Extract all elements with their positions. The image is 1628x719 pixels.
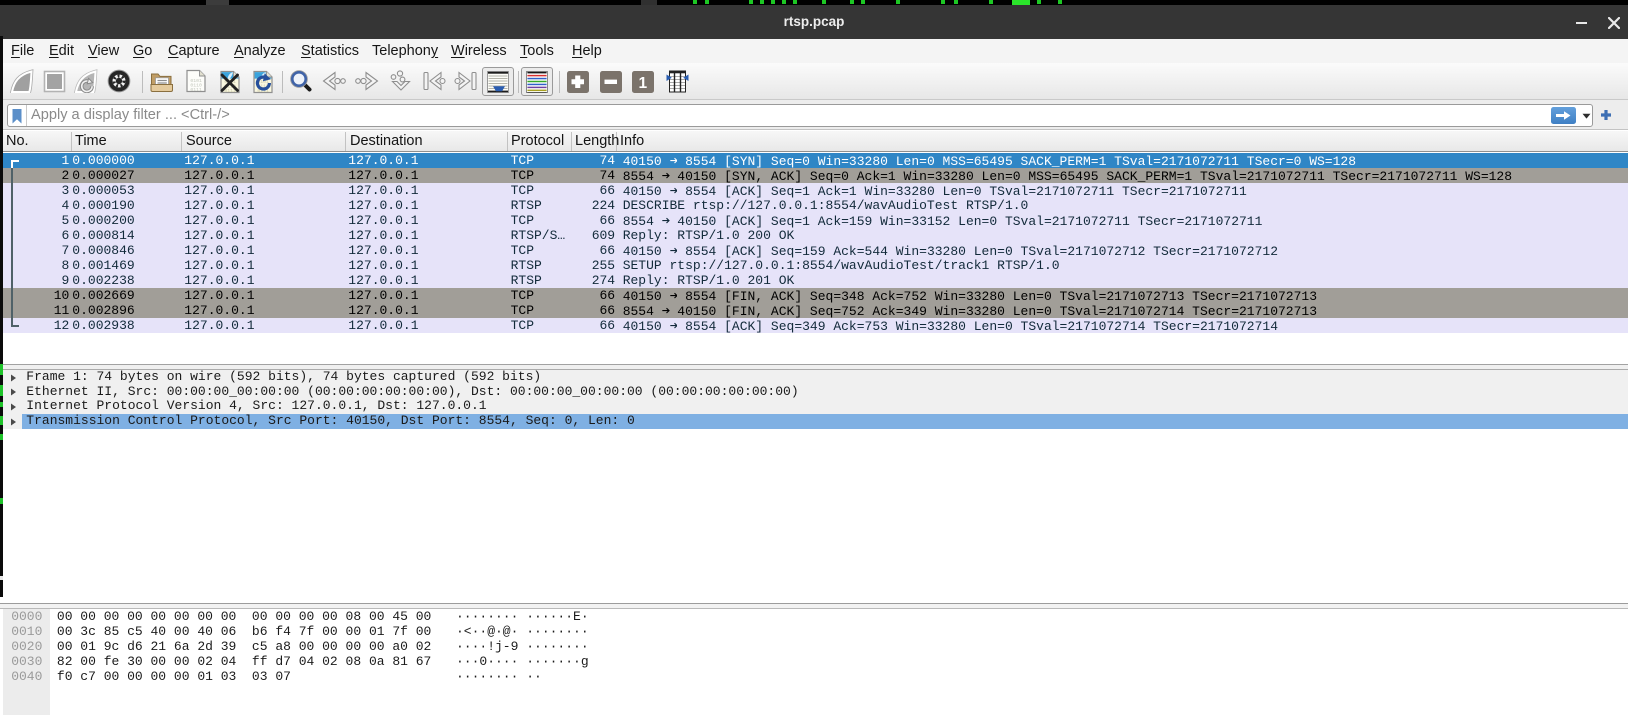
svg-text:1: 1 [638, 75, 647, 92]
svg-text:0111: 0111 [190, 87, 202, 93]
